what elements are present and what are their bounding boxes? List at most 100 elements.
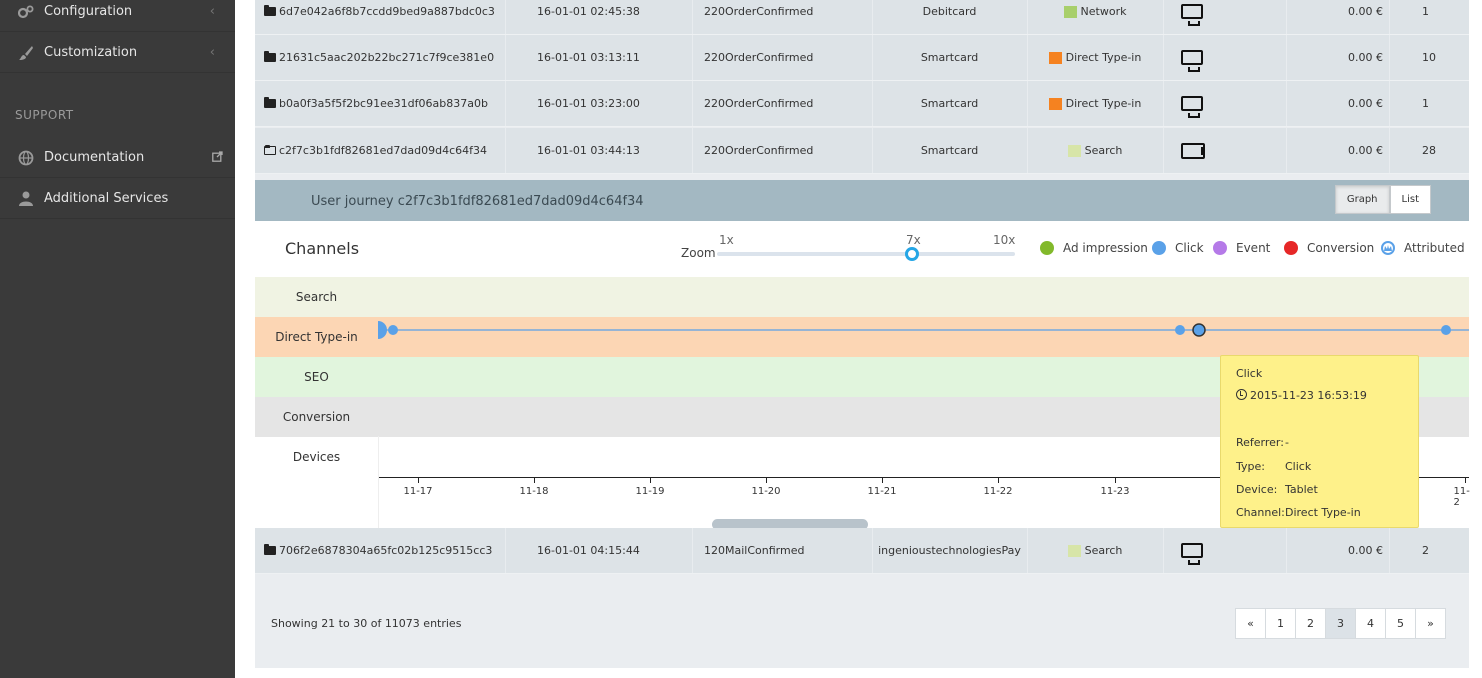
sidebar-item-configuration[interactable]: Configuration ‹ — [0, 0, 235, 32]
row-status: 220OrderConfirmed — [704, 51, 814, 64]
row-id-cell[interactable]: 21631c5aac202b22bc271c7f9ce381e0 — [264, 35, 494, 80]
row-status: 220OrderConfirmed — [704, 97, 814, 110]
sidebar: Configuration ‹ Customization ‹ SUPPORT … — [0, 0, 235, 678]
row-value: 0.00 € — [1348, 5, 1383, 18]
table-row[interactable]: 21631c5aac202b22bc271c7f9ce381e0 16-01-0… — [255, 35, 1469, 81]
pagination-page-2[interactable]: 2 — [1295, 608, 1326, 639]
x-axis-label: 11-20 — [751, 486, 781, 497]
legend-attributed: Attributed — [1381, 241, 1465, 255]
row-id-cell[interactable]: 6d7e042a6f8b7ccdd9bed9a887bdc0c3 — [264, 0, 495, 34]
row-id-cell[interactable]: 706f2e6878304a65fc02b125c9515cc3 — [264, 528, 492, 573]
pagination-page-5[interactable]: 5 — [1385, 608, 1416, 639]
sidebar-item-label: Additional Services — [44, 191, 169, 206]
ad-impression-dot-icon — [1040, 241, 1054, 255]
sidebar-item-customization[interactable]: Customization ‹ — [0, 33, 235, 73]
pagination-next[interactable]: » — [1415, 608, 1446, 639]
folder-icon — [264, 51, 276, 62]
sidebar-item-documentation[interactable]: Documentation — [0, 138, 235, 178]
view-toggle: Graph List — [1334, 185, 1431, 214]
row-payment: Smartcard — [920, 97, 979, 110]
x-axis-label: 11-23 — [1100, 486, 1130, 497]
journey-timeline — [378, 321, 1469, 339]
content-panel: 6d7e042a6f8b7ccdd9bed9a887bdc0c3 16-01-0… — [255, 0, 1470, 668]
click-point — [1441, 325, 1451, 335]
click-point-selected — [1192, 323, 1206, 337]
lane-search: Search — [255, 277, 1469, 317]
table-row[interactable]: c2f7c3b1fdf82681ed7dad09d4c64f34 16-01-0… — [255, 128, 1469, 174]
row-device — [1181, 528, 1203, 573]
row-date: 16-01-01 03:44:13 — [537, 144, 640, 157]
zoom-label: Zoom — [681, 246, 716, 260]
x-axis-tick — [1465, 478, 1466, 483]
tooltip-title: Click — [1236, 367, 1263, 380]
pagination-prev[interactable]: « — [1235, 608, 1266, 639]
row-date: 16-01-01 04:15:44 — [537, 544, 640, 557]
row-count: 10 — [1422, 51, 1436, 64]
row-value: 0.00 € — [1348, 51, 1383, 64]
row-id-cell[interactable]: c2f7c3b1fdf82681ed7dad09d4c64f34 — [264, 128, 487, 173]
channel-color-swatch — [1048, 51, 1062, 64]
zoom-slider-handle[interactable] — [905, 247, 919, 261]
chevron-left-icon: ‹ — [209, 45, 215, 60]
legend-ad-impression: Ad impression — [1040, 241, 1148, 255]
row-value: 0.00 € — [1348, 97, 1383, 110]
zoom-tick-7x: 7x — [906, 233, 921, 247]
zoom-slider-track[interactable] — [717, 252, 1015, 256]
row-channel: Direct Type-in — [1027, 81, 1163, 126]
folder-icon — [264, 5, 276, 16]
channels-title: Channels — [285, 239, 360, 258]
x-axis-tick — [1115, 478, 1116, 483]
x-axis-tick — [766, 478, 767, 483]
sidebar-item-label: Configuration — [44, 4, 133, 19]
row-channel: Search — [1027, 528, 1163, 573]
channel-color-swatch — [1063, 5, 1077, 18]
row-count: 28 — [1422, 144, 1436, 157]
row-device — [1181, 35, 1203, 80]
folder-icon — [264, 544, 276, 555]
main-area: 6d7e042a6f8b7ccdd9bed9a887bdc0c3 16-01-0… — [235, 0, 1482, 678]
sidebar-item-additional-services[interactable]: Additional Services — [0, 179, 235, 219]
pagination-page-1[interactable]: 1 — [1265, 608, 1296, 639]
row-value: 0.00 € — [1348, 144, 1383, 157]
pagination-page-4[interactable]: 4 — [1355, 608, 1386, 639]
table-row[interactable]: 706f2e6878304a65fc02b125c9515cc3 16-01-0… — [255, 528, 1469, 574]
row-status: 220OrderConfirmed — [704, 5, 814, 18]
user-icon — [17, 191, 35, 207]
x-axis-label: 11-22 — [983, 486, 1013, 497]
row-payment: Debitcard — [922, 5, 977, 18]
gears-icon — [17, 4, 35, 20]
row-count: 2 — [1422, 544, 1429, 557]
row-date: 16-01-01 03:23:00 — [537, 97, 640, 110]
row-id-cell[interactable]: b0a0f3a5f5f2bc91ee31df06ab837a0b — [264, 81, 488, 126]
x-axis-label: 11-2 — [1453, 486, 1470, 508]
row-payment: ingenioustechnologiesPay — [878, 544, 1021, 557]
click-dot-icon — [1152, 241, 1166, 255]
x-axis-tick — [882, 478, 883, 483]
pagination: «1 2 3 4 5» — [1235, 608, 1446, 639]
click-point — [1175, 325, 1185, 335]
row-channel: Network — [1027, 0, 1163, 34]
graph-view-button[interactable]: Graph — [1334, 185, 1390, 214]
tablet-icon — [1181, 142, 1205, 159]
channel-color-swatch — [1048, 97, 1062, 110]
journey-header: User journey c2f7c3b1fdf82681ed7dad09d4c… — [255, 180, 1469, 221]
row-count: 1 — [1422, 5, 1429, 18]
table-info: Showing 21 to 30 of 11073 entries — [271, 617, 462, 630]
sidebar-item-label: Customization — [44, 45, 138, 60]
table-row[interactable]: b0a0f3a5f5f2bc91ee31df06ab837a0b 16-01-0… — [255, 81, 1469, 127]
conversion-dot-icon — [1284, 241, 1298, 255]
zoom-tick-1x: 1x — [719, 233, 734, 247]
row-payment: Smartcard — [920, 51, 979, 64]
tooltip-device: Device: Tablet — [1236, 483, 1318, 496]
list-view-button[interactable]: List — [1389, 185, 1431, 214]
row-value: 0.00 € — [1348, 544, 1383, 557]
x-axis-tick — [650, 478, 651, 483]
channel-color-swatch — [1067, 144, 1081, 157]
tooltip-type: Type: Click — [1236, 460, 1312, 473]
pagination-page-3[interactable]: 3 — [1325, 608, 1356, 639]
x-axis-label: 11-17 — [403, 486, 433, 497]
clock-icon — [1236, 389, 1247, 400]
x-axis-tick — [534, 478, 535, 483]
row-device — [1181, 81, 1203, 126]
table-row[interactable]: 6d7e042a6f8b7ccdd9bed9a887bdc0c3 16-01-0… — [255, 0, 1469, 35]
